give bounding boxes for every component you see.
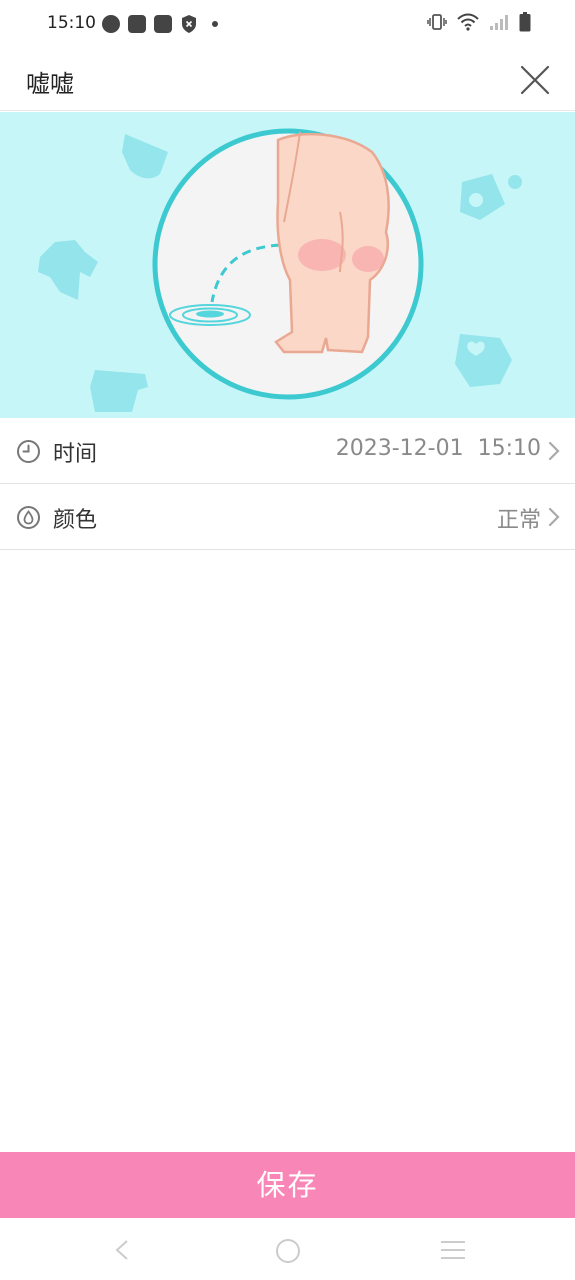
signal-icon	[490, 15, 508, 30]
vibrate-icon	[427, 14, 447, 30]
potty-icon	[90, 370, 148, 412]
home-icon[interactable]	[275, 1238, 301, 1264]
bib-icon	[455, 334, 512, 387]
shield-icon	[182, 15, 196, 33]
droplet-icon	[17, 506, 40, 529]
shopping-bag-icon	[154, 15, 172, 33]
puddle-icon	[169, 304, 251, 326]
title-bar: 嘘嘘	[0, 48, 575, 111]
status-bar: 15:10	[0, 0, 575, 48]
time-row[interactable]: 时间 2023-12-01 15:10	[0, 418, 575, 484]
status-time: 15:10	[47, 13, 96, 33]
baby-onesie-icon	[38, 240, 98, 300]
system-nav-bar	[0, 1218, 575, 1280]
hero-illustration	[0, 112, 575, 418]
time-label: 时间	[53, 442, 98, 467]
chevron-right-icon	[548, 507, 560, 527]
clock-icon	[17, 440, 40, 463]
more-notifications-dot-icon	[212, 21, 218, 27]
water-drop-icon	[508, 175, 522, 189]
wifi-icon	[457, 13, 479, 31]
pee-illustration	[38, 128, 522, 412]
system-icons	[427, 12, 531, 32]
color-label: 颜色	[53, 508, 98, 533]
notification-icons	[102, 14, 218, 34]
chevron-right-icon	[548, 441, 560, 461]
diaper-icon	[122, 134, 168, 179]
battery-icon	[519, 12, 531, 32]
back-icon[interactable]	[112, 1238, 132, 1262]
speedometer-icon	[102, 15, 120, 33]
save-button[interactable]: 保存	[0, 1152, 575, 1218]
page-title: 嘘嘘	[26, 70, 74, 98]
close-icon[interactable]	[517, 62, 553, 98]
recent-apps-icon[interactable]	[439, 1238, 467, 1262]
color-row[interactable]: 颜色 正常	[0, 484, 575, 550]
sippy-cup-icon	[460, 174, 505, 220]
time-value: 2023-12-01 15:10	[335, 436, 541, 461]
shopping-bag-icon	[128, 15, 146, 33]
color-value: 正常	[496, 508, 541, 533]
